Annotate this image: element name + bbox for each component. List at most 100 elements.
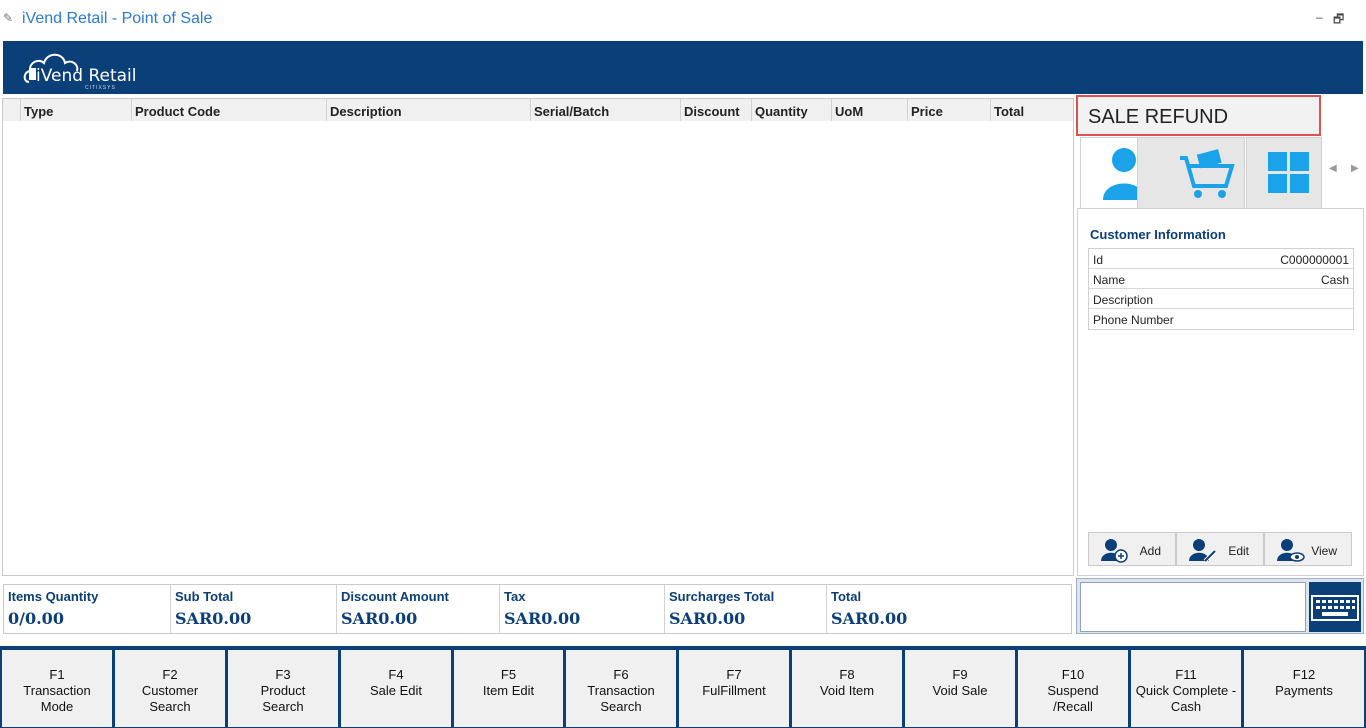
f11-quick-complete-cash-button[interactable]: F11 Quick Complete - Cash <box>1130 649 1242 728</box>
fkey-label: Quick Complete - <box>1135 683 1237 698</box>
col-discount[interactable]: Discount <box>680 99 751 121</box>
edit-user-icon <box>1189 539 1217 563</box>
fkey-label: Search <box>149 699 191 714</box>
tab-cart[interactable] <box>1137 137 1245 209</box>
scan-input[interactable] <box>1080 582 1306 632</box>
col-product-code[interactable]: Product Code <box>131 99 326 121</box>
ivend-logo: iVend Retail CITIXSYS <box>23 44 153 91</box>
cart-icon <box>1180 149 1235 198</box>
view-customer-button[interactable]: View <box>1264 532 1352 566</box>
f7-fulfillment-button[interactable]: F7 FulFillment <box>678 649 790 728</box>
info-value: Cash <box>1320 273 1349 287</box>
info-key: Phone Number <box>1093 313 1174 327</box>
keyboard-icon <box>1311 595 1359 621</box>
tab-grid[interactable] <box>1246 137 1322 209</box>
total-grand-total: Total SAR0.00 <box>826 585 1071 633</box>
title-bar: ✎ iVend Retail - Point of Sale – 🗗 <box>0 0 1366 41</box>
total-items-quantity: Items Quantity 0/0.00 <box>4 585 170 633</box>
brand-banner: iVend Retail CITIXSYS <box>3 41 1363 94</box>
fkey-label: Search <box>262 699 304 714</box>
tab-prev-arrow[interactable]: ◀ <box>1329 163 1337 174</box>
total-tax: Tax SAR0.00 <box>499 585 664 633</box>
f4-sale-edit-button[interactable]: F4 Sale Edit <box>340 649 452 728</box>
col-price[interactable]: Price <box>907 99 990 121</box>
fkey-code: F12 <box>1292 667 1316 682</box>
col-quantity[interactable]: Quantity <box>751 99 831 121</box>
edit-customer-button[interactable]: Edit <box>1176 532 1264 566</box>
fkey-label: FulFillment <box>702 683 766 698</box>
fkey-code: F11 <box>1175 667 1197 682</box>
fkey-label: Transaction <box>587 683 655 698</box>
col-type[interactable]: Type <box>20 99 132 121</box>
info-row-id: Id C000000001 <box>1089 249 1353 269</box>
fkey-code: F9 <box>952 667 968 682</box>
fkey-label: Payments <box>1275 683 1333 698</box>
fkey-code: F2 <box>162 667 178 682</box>
fkey-label: Cash <box>1170 699 1202 714</box>
total-sub-total: Sub Total SAR0.00 <box>170 585 336 633</box>
total-label: Tax <box>504 589 526 604</box>
info-row-phone: Phone Number <box>1089 309 1353 329</box>
f1-transaction-mode-button[interactable]: F1 Transaction Mode <box>1 649 113 728</box>
info-key: Name <box>1093 273 1126 287</box>
col-uom[interactable]: UoM <box>831 99 907 121</box>
total-discount-amount: Discount Amount SAR0.00 <box>336 585 499 633</box>
col-serial-batch[interactable]: Serial/Batch <box>530 99 680 121</box>
total-value: 0/0.00 <box>8 609 64 628</box>
view-user-icon <box>1277 539 1305 562</box>
minimize-button[interactable]: – <box>1316 10 1323 24</box>
total-label: Sub Total <box>175 589 234 604</box>
totals-bar: Items Quantity 0/0.00 Sub Total SAR0.00 … <box>3 584 1072 634</box>
info-key: Id <box>1093 253 1104 267</box>
fkey-code: F5 <box>500 667 517 682</box>
f12-payments-button[interactable]: F12 Payments <box>1243 649 1365 728</box>
fkey-label: /Recall <box>1053 699 1093 714</box>
f10-suspend-recall-button[interactable]: F10 Suspend /Recall <box>1017 649 1129 728</box>
fkey-code: F3 <box>275 667 291 682</box>
total-value: SAR0.00 <box>175 609 252 628</box>
f6-transaction-search-button[interactable]: F6 Transaction Search <box>565 649 677 728</box>
fkey-code: F1 <box>49 667 65 682</box>
edit-label: Edit <box>1228 544 1249 558</box>
total-surcharges: Surcharges Total SAR0.00 <box>664 585 826 633</box>
fkey-label: Item Edit <box>482 683 535 698</box>
total-label: Discount Amount <box>341 589 449 604</box>
f5-item-edit-button[interactable]: F5 Item Edit <box>453 649 564 728</box>
add-label: Add <box>1139 544 1161 558</box>
f2-customer-search-button[interactable]: F2 Customer Search <box>114 649 226 728</box>
f3-product-search-button[interactable]: F3 Product Search <box>227 649 339 728</box>
grid-icon <box>1268 152 1309 193</box>
total-value: SAR0.00 <box>831 609 908 628</box>
total-value: SAR0.00 <box>669 609 746 628</box>
total-label: Total <box>831 589 862 604</box>
f8-void-item-button[interactable]: F8 Void Item <box>791 649 903 728</box>
fkey-code: F4 <box>388 667 404 682</box>
col-total[interactable]: Total <box>990 99 1073 121</box>
grid-header: Type Product Code Description Serial/Bat… <box>3 99 1073 121</box>
fkey-code: F8 <box>839 667 855 682</box>
total-value: SAR0.00 <box>341 609 418 628</box>
info-value: C000000001 <box>1280 253 1349 267</box>
total-value: SAR0.00 <box>504 609 581 628</box>
info-row-description: Description <box>1089 289 1353 309</box>
view-label: View <box>1311 544 1337 558</box>
f9-void-sale-button[interactable]: F9 Void Sale <box>904 649 1016 728</box>
tab-next-arrow[interactable]: ▶ <box>1351 163 1359 174</box>
function-key-bar: F1 Transaction Mode F2 Customer Search F… <box>0 646 1366 728</box>
col-description[interactable]: Description <box>326 99 530 121</box>
fkey-code: F10 <box>1061 667 1085 682</box>
customer-info-table: Id C000000001 Name Cash Description Phon… <box>1088 248 1354 330</box>
product-grid[interactable]: Type Product Code Description Serial/Bat… <box>2 98 1074 576</box>
fkey-code: F7 <box>726 667 742 682</box>
customer-panel: Customer Information Id C000000001 Name … <box>1077 208 1364 576</box>
logo-text: iVend Retail <box>36 66 137 86</box>
fkey-label: Sale Edit <box>369 683 423 698</box>
fkey-label: Search <box>600 699 642 714</box>
add-customer-button[interactable]: Add <box>1088 532 1176 566</box>
keyboard-button[interactable] <box>1309 582 1361 632</box>
restore-button[interactable]: 🗗 <box>1333 10 1344 31</box>
customer-info-title: Customer Information <box>1090 227 1226 242</box>
fkey-label: Product <box>260 683 306 698</box>
fkey-label: Suspend <box>1047 683 1099 698</box>
total-label: Surcharges Total <box>669 589 775 604</box>
